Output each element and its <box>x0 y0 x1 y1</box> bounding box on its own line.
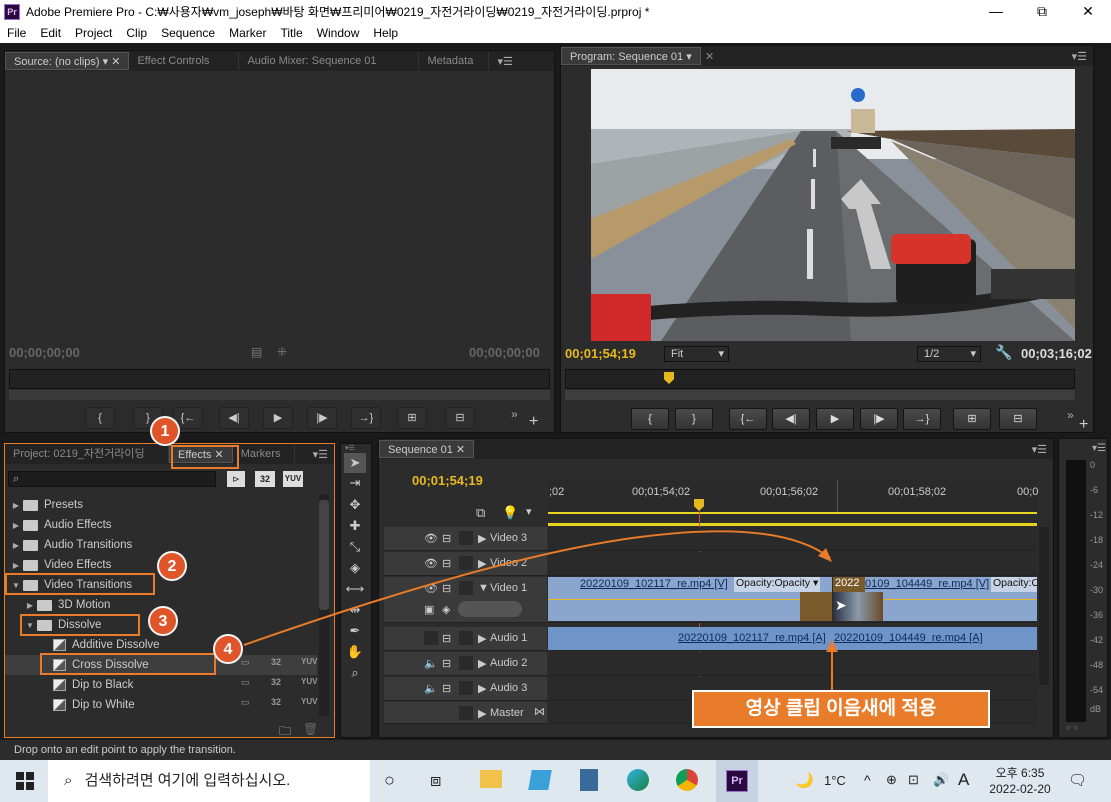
windows-start-icon[interactable] <box>16 772 34 790</box>
callout-label: 영상 클립 이음새에 적용 <box>692 690 990 728</box>
notes-app-icon[interactable] <box>528 770 552 790</box>
status-bar: Drop onto an edit point to apply the tra… <box>0 740 1111 760</box>
clock-time[interactable]: 오후 6:35 <box>985 764 1055 781</box>
search-icon: ⌕ <box>64 772 73 789</box>
premiere-taskbar-item[interactable]: Pr <box>716 760 758 802</box>
network-icon[interactable]: ⊡ <box>908 772 919 788</box>
annotation-arrows <box>243 530 838 690</box>
premiere-app-icon: Pr <box>726 770 748 792</box>
clock-date[interactable]: 2022-02-20 <box>985 782 1055 796</box>
task-view-icon[interactable]: ○ <box>384 770 395 791</box>
edge-browser-icon[interactable] <box>627 769 649 791</box>
tray-overflow-icon[interactable]: ^ <box>864 772 871 788</box>
windows-taskbar: ⌕ 검색하려면 여기에 입력하십시오. ○ ⧈ Pr 🌙 1°C ^ ⊕ ⊡ 🔊… <box>0 760 1111 802</box>
calculator-icon[interactable] <box>580 769 598 791</box>
notification-icon[interactable]: 🗨 <box>1068 771 1087 789</box>
taskbar-search-input[interactable]: ⌕ 검색하려면 여기에 입력하십시오. <box>48 760 370 802</box>
file-explorer-icon[interactable] <box>480 770 502 788</box>
input-method-indicator[interactable]: A <box>958 770 969 790</box>
weather-temperature[interactable]: 1°C <box>824 773 846 788</box>
timeline-view-icon[interactable]: ⧈ <box>430 770 441 791</box>
volume-icon[interactable]: 🔊 <box>933 772 949 788</box>
people-icon[interactable]: ⊕ <box>886 772 897 788</box>
chrome-browser-icon[interactable] <box>676 769 698 791</box>
weather-moon-icon[interactable]: 🌙 <box>795 771 814 789</box>
